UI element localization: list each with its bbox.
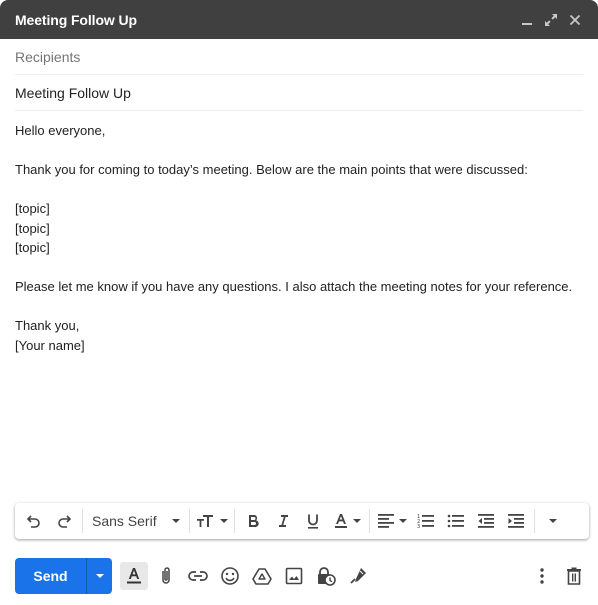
text-format-icon <box>127 568 141 584</box>
more-formatting-button[interactable] <box>538 507 568 535</box>
recipients-placeholder: Recipients <box>15 48 81 65</box>
send-button[interactable]: Send <box>15 558 86 594</box>
body-line: Please let me know if you have any quest… <box>15 279 573 294</box>
close-button[interactable] <box>567 12 583 28</box>
body-line: [topic] <box>15 240 50 255</box>
toolbar-divider <box>369 509 370 533</box>
insert-photo-button[interactable] <box>278 560 310 592</box>
body-line <box>15 180 583 200</box>
close-icon <box>569 14 581 25</box>
align-button[interactable] <box>373 507 411 535</box>
trash-icon <box>567 567 581 585</box>
italic-icon <box>279 515 288 527</box>
body-line: Thank you for coming to today’s meeting.… <box>15 162 528 177</box>
formatting-toolbar: Sans Serif 123 <box>15 503 589 539</box>
link-icon <box>188 571 208 581</box>
body-line: [Your name] <box>15 337 85 353</box>
body-line: Hello everyone, <box>15 123 106 138</box>
body-line <box>15 141 583 161</box>
bold-button[interactable] <box>238 507 268 535</box>
indent-more-button[interactable] <box>501 507 531 535</box>
body-line: Thank you, <box>15 318 80 333</box>
minimize-icon <box>522 22 532 25</box>
pen-icon <box>350 568 366 584</box>
recipients-input[interactable]: Recipients <box>15 39 583 75</box>
message-body[interactable]: Hello everyone, Thank you for coming to … <box>15 121 583 355</box>
numbered-list-button[interactable]: 123 <box>411 507 441 535</box>
more-options-button[interactable] <box>526 560 558 592</box>
chevron-down-icon <box>220 519 228 523</box>
insert-emoji-button[interactable] <box>214 560 246 592</box>
discard-draft-button[interactable] <box>558 560 590 592</box>
subject-value: Meeting Follow Up <box>15 84 131 101</box>
chevron-down-icon <box>172 519 180 523</box>
undo-icon <box>26 515 40 528</box>
align-left-icon <box>378 514 394 528</box>
body-line <box>15 258 583 278</box>
insert-drive-button[interactable] <box>246 560 278 592</box>
body-line: [topic] <box>15 220 50 236</box>
bulleted-list-icon <box>447 514 464 528</box>
compose-title: Meeting Follow Up <box>15 11 137 28</box>
chevron-down-icon <box>95 574 104 578</box>
subject-input[interactable]: Meeting Follow Up <box>15 75 583 111</box>
text-color-button[interactable] <box>328 507 366 535</box>
minimize-button[interactable] <box>519 12 535 28</box>
emoji-icon <box>221 567 239 585</box>
italic-button[interactable] <box>268 507 298 535</box>
text-size-icon <box>197 515 213 527</box>
redo-icon <box>58 515 72 528</box>
bold-icon <box>249 514 259 528</box>
body-line: [topic] <box>15 201 50 216</box>
formatting-options-button[interactable] <box>120 562 148 590</box>
bulleted-list-button[interactable] <box>441 507 471 535</box>
body-line <box>15 297 583 317</box>
window-controls <box>519 12 583 28</box>
paperclip-icon <box>162 567 170 584</box>
chevron-down-icon <box>399 519 407 523</box>
insert-signature-button[interactable] <box>342 560 374 592</box>
underline-button[interactable] <box>298 507 328 535</box>
lock-clock-icon <box>318 567 336 586</box>
compose-bottom-bar: Send <box>15 558 590 594</box>
text-color-icon <box>335 514 347 528</box>
bottom-bar-right <box>526 560 590 592</box>
confidential-mode-button[interactable] <box>310 560 342 592</box>
send-options-button[interactable] <box>86 558 112 594</box>
undo-button[interactable] <box>19 507 49 535</box>
numbered-list-icon: 123 <box>417 514 434 529</box>
indent-less-button[interactable] <box>471 507 501 535</box>
more-vert-icon <box>540 568 544 584</box>
toolbar-divider <box>234 509 235 533</box>
toolbar-divider <box>189 509 190 533</box>
insert-link-button[interactable] <box>182 560 214 592</box>
drive-icon <box>252 568 272 585</box>
toolbar-divider <box>82 509 83 533</box>
expand-icon <box>545 13 557 26</box>
attach-files-button[interactable] <box>150 560 182 592</box>
underline-icon <box>308 514 318 529</box>
indent-more-icon <box>508 514 524 528</box>
chevron-down-icon <box>353 519 361 523</box>
redo-button[interactable] <box>49 507 79 535</box>
toolbar-divider <box>534 509 535 533</box>
photo-icon <box>285 567 303 585</box>
font-select[interactable]: Sans Serif <box>86 507 186 535</box>
indent-less-icon <box>478 514 494 528</box>
chevron-down-icon <box>549 519 557 523</box>
fullscreen-button[interactable] <box>543 12 559 28</box>
send-button-group: Send <box>15 558 112 594</box>
text-size-button[interactable] <box>193 507 231 535</box>
compose-titlebar[interactable]: Meeting Follow Up <box>0 0 598 39</box>
svg-text:3: 3 <box>417 524 420 529</box>
font-select-value: Sans Serif <box>92 513 157 529</box>
